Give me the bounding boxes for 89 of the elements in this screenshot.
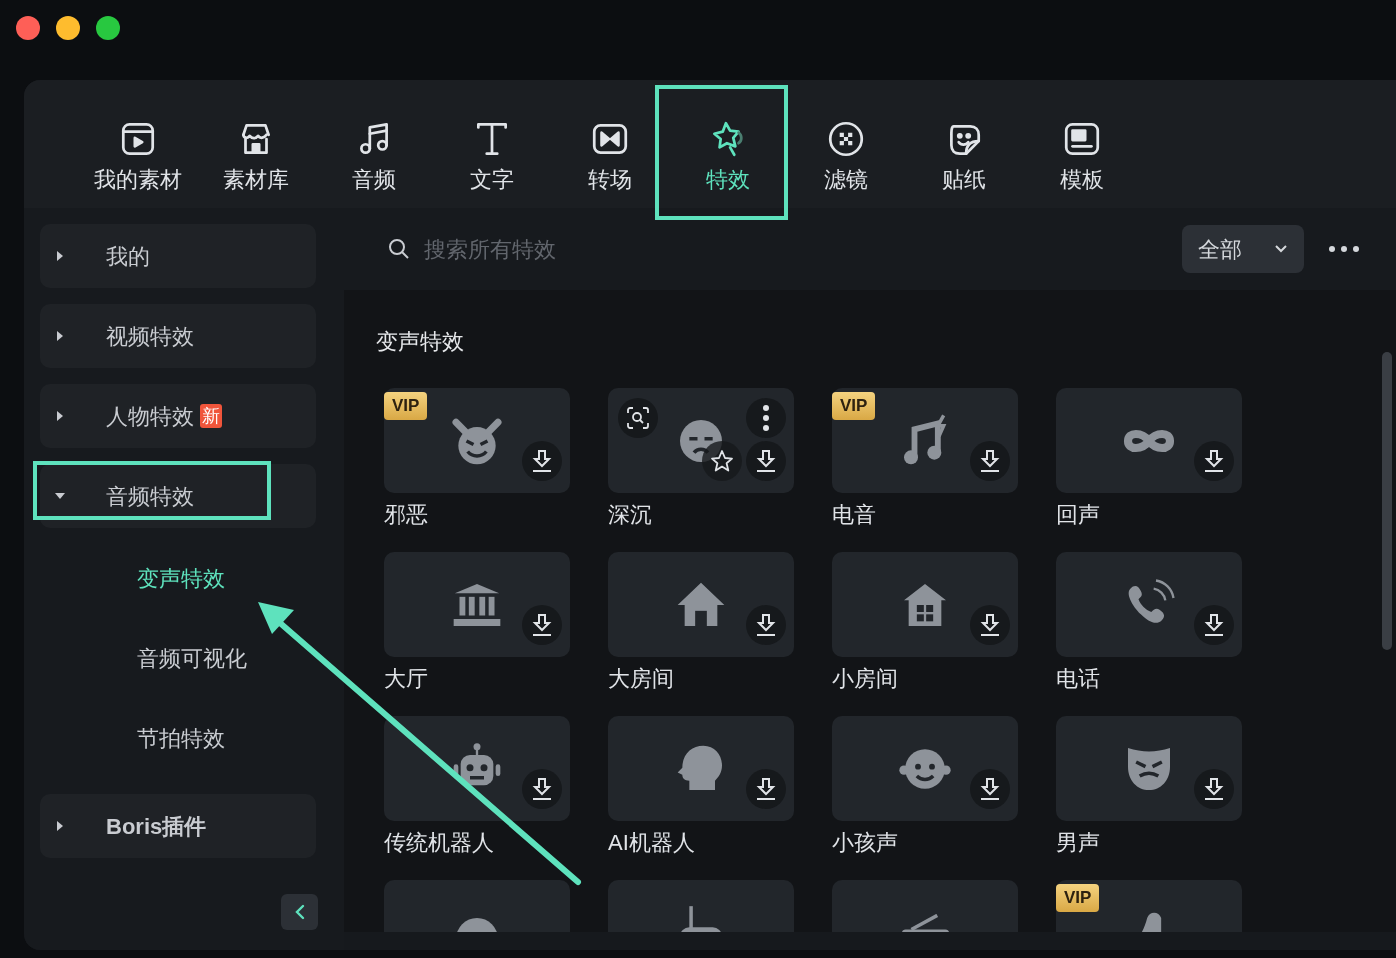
new-badge: 新 bbox=[200, 404, 222, 428]
search-icon bbox=[388, 238, 410, 260]
vip-badge: VIP bbox=[832, 392, 876, 420]
sidebar-item[interactable]: Boris插件 bbox=[40, 794, 316, 858]
download-button[interactable] bbox=[970, 441, 1010, 481]
toolbar-tab[interactable]: 素材库 bbox=[197, 118, 315, 194]
download-button[interactable] bbox=[522, 605, 562, 645]
download-button[interactable] bbox=[746, 769, 786, 809]
download-icon bbox=[531, 449, 553, 473]
download-icon bbox=[531, 777, 553, 801]
effect-name: 电音 bbox=[832, 501, 877, 529]
effect-name: 小孩声 bbox=[832, 829, 899, 857]
download-button[interactable] bbox=[970, 605, 1010, 645]
sidebar-subitem[interactable]: 变声特效 bbox=[40, 538, 344, 618]
toolbar-tab[interactable]: 我的素材 bbox=[79, 118, 197, 194]
chevron-left-icon bbox=[293, 904, 306, 920]
effect-card[interactable] bbox=[608, 552, 794, 657]
download-button[interactable] bbox=[1194, 441, 1234, 481]
vip-badge: VIP bbox=[384, 392, 428, 420]
effect-name: 大厅 bbox=[384, 665, 429, 693]
effect-card[interactable] bbox=[384, 552, 570, 657]
filter-dropdown[interactable]: 全部 bbox=[1182, 225, 1304, 273]
section-title: 变声特效 bbox=[376, 328, 465, 356]
sidebar-subitem[interactable]: 音频可视化 bbox=[40, 618, 344, 698]
sidebar-item[interactable]: 视频特效 bbox=[40, 304, 316, 368]
effect-name: 回声 bbox=[1056, 501, 1101, 529]
effect-name: 大房间 bbox=[608, 665, 675, 693]
sidebar-item[interactable]: 人物特效 新 bbox=[40, 384, 316, 448]
download-icon bbox=[1203, 449, 1225, 473]
effect-card[interactable] bbox=[608, 388, 794, 493]
toolbar-tab[interactable]: 特效 bbox=[669, 118, 787, 194]
effect-name: 电话 bbox=[1056, 665, 1101, 693]
effect-card[interactable] bbox=[384, 880, 570, 932]
download-button[interactable] bbox=[522, 441, 562, 481]
download-icon bbox=[1203, 613, 1225, 637]
toolbar-tab[interactable]: 模板 bbox=[1023, 118, 1141, 194]
effect-name: AI机器人 bbox=[608, 829, 696, 857]
effect-card[interactable] bbox=[1056, 388, 1242, 493]
effect-card[interactable]: VIP bbox=[832, 388, 1018, 493]
download-button[interactable] bbox=[1194, 769, 1234, 809]
download-icon bbox=[979, 449, 1001, 473]
toolbar-tab[interactable]: 转场 bbox=[551, 118, 669, 194]
effect-card[interactable] bbox=[1056, 552, 1242, 657]
scrollbar[interactable] bbox=[1382, 352, 1392, 650]
effect-name: 传统机器人 bbox=[384, 829, 495, 857]
toolbar-tab[interactable]: 音频 bbox=[315, 118, 433, 194]
effect-card[interactable]: VIP bbox=[384, 388, 570, 493]
sidebar-item[interactable]: 音频特效 bbox=[40, 464, 316, 528]
effect-card[interactable] bbox=[832, 716, 1018, 821]
minimize-button[interactable] bbox=[56, 16, 80, 40]
effect-card[interactable] bbox=[832, 552, 1018, 657]
toolbar-tab[interactable]: 滤镜 bbox=[787, 118, 905, 194]
download-icon bbox=[531, 613, 553, 637]
star-icon bbox=[710, 449, 734, 473]
download-icon bbox=[979, 777, 1001, 801]
sidebar-subitem[interactable]: 节拍特效 bbox=[40, 698, 344, 778]
collapse-button[interactable] bbox=[281, 894, 318, 930]
preview-button[interactable] bbox=[618, 398, 658, 438]
download-icon bbox=[1203, 777, 1225, 801]
download-icon bbox=[755, 449, 777, 473]
effect-name: 深沉 bbox=[608, 501, 653, 529]
more-icon bbox=[763, 405, 769, 431]
scan-icon bbox=[626, 406, 650, 430]
effect-card[interactable] bbox=[1056, 716, 1242, 821]
download-button[interactable] bbox=[522, 769, 562, 809]
zoom-button[interactable] bbox=[96, 16, 120, 40]
chevron-down-icon bbox=[1274, 244, 1288, 254]
effect-card[interactable] bbox=[608, 716, 794, 821]
effect-card[interactable]: VIP bbox=[1056, 880, 1242, 932]
download-button[interactable] bbox=[746, 441, 786, 481]
effect-name: 男声 bbox=[1056, 829, 1101, 857]
favorite-button[interactable] bbox=[702, 441, 742, 481]
download-icon bbox=[755, 777, 777, 801]
download-button[interactable] bbox=[1194, 605, 1234, 645]
download-button[interactable] bbox=[746, 605, 786, 645]
download-icon bbox=[979, 613, 1001, 637]
vip-badge: VIP bbox=[1056, 884, 1100, 912]
toolbar-tab[interactable]: 文字 bbox=[433, 118, 551, 194]
more-icon[interactable] bbox=[1328, 245, 1360, 253]
effect-name: 小房间 bbox=[832, 665, 899, 693]
effect-card[interactable] bbox=[384, 716, 570, 821]
download-button[interactable] bbox=[970, 769, 1010, 809]
toolbar-tab[interactable]: 贴纸 bbox=[905, 118, 1023, 194]
more-button[interactable] bbox=[746, 398, 786, 438]
download-icon bbox=[755, 613, 777, 637]
effect-name: 邪恶 bbox=[384, 501, 429, 529]
sidebar-item[interactable]: 我的 bbox=[40, 224, 316, 288]
search-field[interactable]: 搜索所有特效 bbox=[424, 232, 1182, 266]
close-button[interactable] bbox=[16, 16, 40, 40]
